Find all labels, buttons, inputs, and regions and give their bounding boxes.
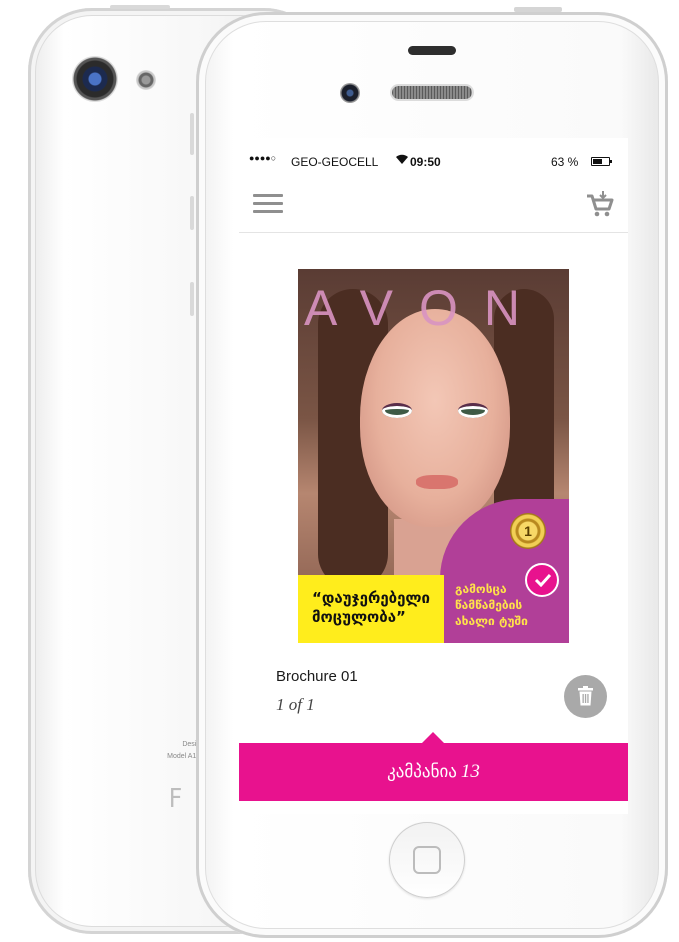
earpiece-grille (392, 86, 472, 99)
status-time: 09:50 (410, 155, 441, 169)
brochure-cover[interactable]: AVON 1 გამოსცა წამწამების ახალი ტუში “და… (298, 269, 569, 643)
hamburger-icon[interactable] (253, 194, 283, 216)
app-toolbar (239, 180, 628, 233)
campaign-number: 13 (460, 761, 480, 782)
cover-eye-right (458, 403, 488, 418)
cover-eye-left (382, 403, 412, 418)
battery-fill (593, 159, 602, 164)
campaign-label: კამპანია (387, 762, 457, 782)
front-camera-icon (340, 83, 360, 103)
cover-yellow-text: “დაუჯერებელი მოცულობა” (298, 575, 444, 643)
app-screen: ●●●●○ GEO-GEOCELL 09:50 63 % AVON 1 გამო… (239, 138, 628, 814)
back-volume-up (190, 196, 194, 230)
signal-strength-icon: ●●●●○ (249, 153, 277, 163)
back-power-button (110, 5, 170, 9)
campaign-button[interactable]: კამპანია 13 (239, 743, 628, 801)
back-side-button (190, 113, 194, 155)
trash-icon (578, 686, 593, 706)
carrier-name: GEO-GEOCELL (291, 155, 379, 169)
back-logo: F (168, 784, 183, 814)
cover-brand: AVON (304, 280, 546, 336)
front-power-button (514, 7, 562, 12)
home-button[interactable] (389, 822, 465, 898)
brochure-name: Brochure 01 (276, 668, 358, 685)
delete-button[interactable] (564, 675, 607, 718)
cover-lips (416, 475, 458, 489)
selected-check-icon[interactable] (525, 563, 559, 597)
top-speaker (408, 46, 456, 55)
wifi-icon (395, 153, 409, 168)
rear-flash-icon (136, 70, 156, 90)
battery-percent: 63 % (551, 155, 579, 169)
back-model-text: Model A1387 (167, 753, 208, 760)
back-volume-down (190, 282, 194, 316)
shopping-cart-icon[interactable] (585, 190, 615, 218)
rear-camera-icon (72, 56, 118, 102)
cover-medal: 1 (510, 513, 546, 549)
status-bar: ●●●●○ GEO-GEOCELL 09:50 63 % (239, 138, 628, 186)
home-square-icon (413, 846, 441, 874)
brochure-page-count: 1 of 1 (276, 695, 315, 714)
cover-face (360, 309, 510, 527)
back-designed-text: Designe (68, 741, 208, 748)
battery-icon (591, 157, 612, 166)
